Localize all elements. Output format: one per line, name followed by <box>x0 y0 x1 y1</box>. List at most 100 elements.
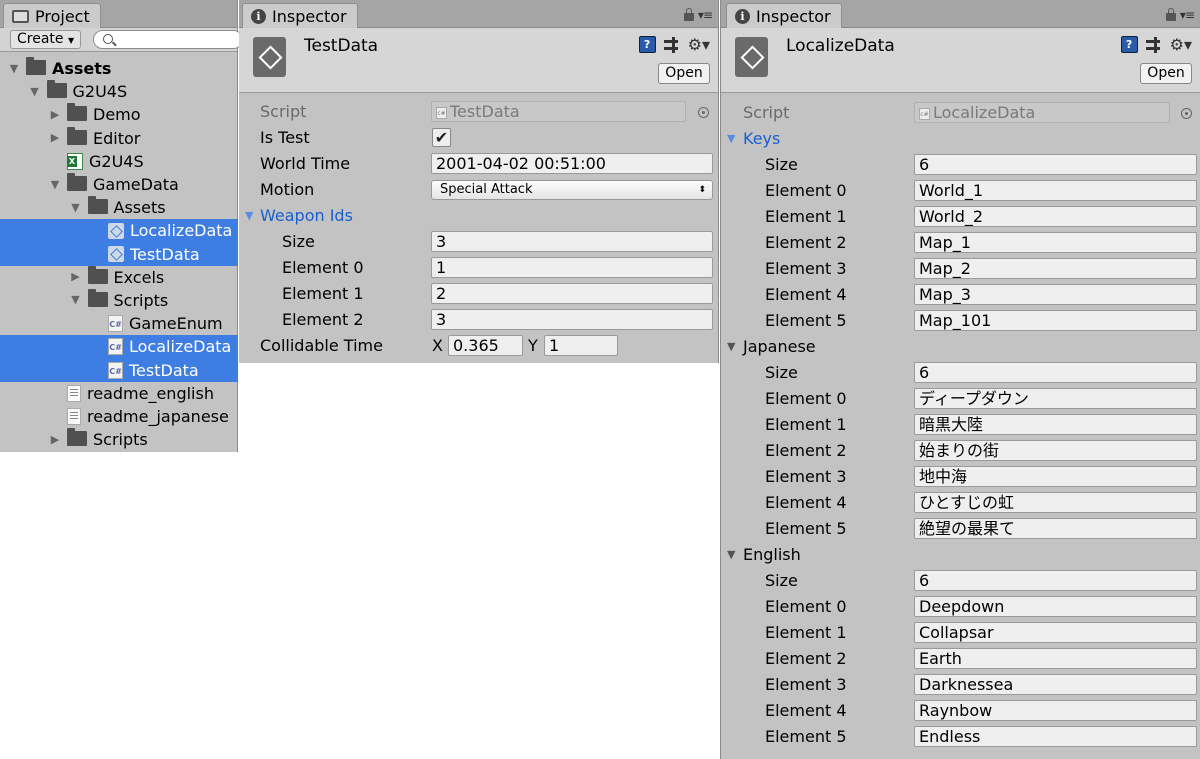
element-field[interactable]: ディープダウン <box>914 388 1197 409</box>
weapon-ids-foldout[interactable]: ▼ Weapon Ids <box>239 203 718 229</box>
script-label: Script <box>743 103 790 122</box>
foldout-japanese[interactable]: ▼ Japanese <box>721 334 1200 360</box>
tab-inspector[interactable]: i Inspector <box>726 3 842 28</box>
size-field[interactable]: 6 <box>914 154 1197 175</box>
tree-item[interactable]: C# TestData <box>0 358 238 382</box>
element-field[interactable]: 3 <box>431 309 713 330</box>
create-button[interactable]: Create ▼ <box>10 30 82 49</box>
element-field[interactable]: Map_101 <box>914 310 1197 331</box>
array-element: Element 0 World_1 <box>721 178 1200 204</box>
open-button[interactable]: Open <box>658 63 710 84</box>
gear-icon[interactable]: ⚙▾ <box>688 36 710 53</box>
open-button[interactable]: Open <box>1140 63 1192 84</box>
tree-item[interactable]: ▶ Editor <box>0 126 238 150</box>
size-field[interactable]: 3 <box>431 231 713 252</box>
element-field[interactable]: 暗黒大陸 <box>914 414 1197 435</box>
menu-icon[interactable]: ▾≡ <box>698 8 713 22</box>
presets-icon[interactable] <box>663 36 680 53</box>
help-icon[interactable]: ? <box>1120 36 1138 53</box>
motion-property: Motion Special Attack ⬍ <box>239 177 718 203</box>
x-field[interactable]: 0.365 <box>448 335 523 356</box>
project-panel: Project Create ▼ ▼ Assets ▼ G2U4S ▶ Demo ▶ Edit… <box>0 0 243 452</box>
lock-icon[interactable] <box>1165 8 1176 21</box>
no-arrow <box>90 364 102 376</box>
tree-item[interactable]: ▶ Excels <box>0 265 238 289</box>
foldout-arrow-icon[interactable]: ▼ <box>245 209 253 222</box>
expand-down-icon[interactable]: ▼ <box>70 201 82 214</box>
tab-project[interactable]: Project <box>3 3 101 28</box>
object-picker-icon[interactable] <box>1181 108 1192 119</box>
element-field[interactable]: Map_3 <box>914 284 1197 305</box>
element-field[interactable]: Map_1 <box>914 232 1197 253</box>
tree-item[interactable]: TestData <box>0 242 238 266</box>
tree-item[interactable]: C# LocalizeData <box>0 335 238 359</box>
size-field[interactable]: 6 <box>914 570 1197 591</box>
is-test-checkbox[interactable]: ✔ <box>432 128 451 147</box>
lock-icon[interactable] <box>683 8 694 21</box>
help-icon[interactable]: ? <box>638 36 656 53</box>
tree-item[interactable]: readme_japanese <box>0 405 238 428</box>
tree-item[interactable]: ▼ Assets <box>0 57 238 80</box>
tree-item[interactable]: C# GameEnum <box>0 312 238 335</box>
tab-inspector[interactable]: i Inspector <box>242 3 358 28</box>
motion-dropdown[interactable]: Special Attack ⬍ <box>431 180 713 200</box>
script-field[interactable]: c# LocalizeData <box>914 102 1170 123</box>
search-input[interactable] <box>93 30 243 49</box>
element-field[interactable]: Endless <box>914 726 1197 747</box>
size-field[interactable]: 6 <box>914 362 1197 383</box>
element-field[interactable]: Darknessea <box>914 674 1197 695</box>
y-field[interactable]: 1 <box>544 335 618 356</box>
tree-item[interactable]: ▼ Scripts <box>0 288 238 312</box>
tree-item[interactable]: readme_english <box>0 382 238 405</box>
foldout-english[interactable]: ▼ English <box>721 542 1200 568</box>
object-picker-icon[interactable] <box>698 107 709 118</box>
element-field[interactable]: Raynbow <box>914 700 1197 721</box>
tree-item-label: LocalizeData <box>130 221 233 241</box>
expand-down-icon[interactable]: ▼ <box>8 62 20 75</box>
tree-item[interactable]: ▶ Demo <box>0 103 238 126</box>
expand-right-icon[interactable]: ▶ <box>49 132 61 144</box>
expand-down-icon[interactable]: ▼ <box>70 294 82 306</box>
csharp-script-icon: c# <box>436 106 447 119</box>
element-label: Element 3 <box>765 467 847 486</box>
array-element: Element 0 Deepdown <box>721 594 1200 620</box>
element-field[interactable]: 2 <box>431 283 713 304</box>
foldout-label: Japanese <box>743 337 816 356</box>
element-field[interactable]: 1 <box>431 257 713 278</box>
foldout-arrow-icon[interactable]: ▼ <box>727 548 735 561</box>
tree-item[interactable]: ▶ Scripts <box>0 428 238 451</box>
element-field[interactable]: ひとすじの虹 <box>914 492 1197 513</box>
tree-item-label: Assets <box>52 59 112 79</box>
folder-icon <box>87 265 108 284</box>
foldout-keys[interactable]: ▼ Keys <box>721 126 1200 152</box>
expand-down-icon[interactable]: ▼ <box>29 85 41 98</box>
world-time-field[interactable]: 2001-04-02 00:51:00 <box>431 153 713 174</box>
foldout-arrow-icon[interactable]: ▼ <box>727 340 735 353</box>
element-field[interactable]: 地中海 <box>914 466 1197 487</box>
expand-down-icon[interactable]: ▼ <box>49 178 61 191</box>
expand-right-icon[interactable]: ▶ <box>70 271 82 283</box>
element-field[interactable]: Collapsar <box>914 622 1197 643</box>
element-field[interactable]: Map_2 <box>914 258 1197 279</box>
element-field[interactable]: World_1 <box>914 180 1197 201</box>
gear-icon[interactable]: ⚙▾ <box>1170 36 1192 53</box>
element-field[interactable]: World_2 <box>914 206 1197 227</box>
expand-right-icon[interactable]: ▶ <box>49 108 61 121</box>
tree-item[interactable]: ▼ GameData <box>0 173 238 196</box>
element-field[interactable]: 始まりの街 <box>914 440 1197 461</box>
menu-icon[interactable]: ▾≡ <box>1180 8 1195 22</box>
expand-right-icon[interactable]: ▶ <box>49 433 61 446</box>
project-toolbar: Create ▼ <box>0 28 243 52</box>
element-field[interactable]: 絶望の最果て <box>914 518 1197 539</box>
tree-item[interactable]: LocalizeData <box>0 219 238 243</box>
presets-icon[interactable] <box>1145 36 1162 53</box>
tree-item-label: Demo <box>93 105 141 125</box>
is-test-property: Is Test ✔ <box>239 125 718 151</box>
script-field[interactable]: c# TestData <box>431 101 686 122</box>
element-field[interactable]: Deepdown <box>914 596 1197 617</box>
tree-item[interactable]: G2U4S <box>0 150 238 173</box>
foldout-arrow-icon[interactable]: ▼ <box>727 132 735 145</box>
tree-item[interactable]: ▼ G2U4S <box>0 80 238 103</box>
element-field[interactable]: Earth <box>914 648 1197 669</box>
tree-item[interactable]: ▼ Assets <box>0 196 238 219</box>
